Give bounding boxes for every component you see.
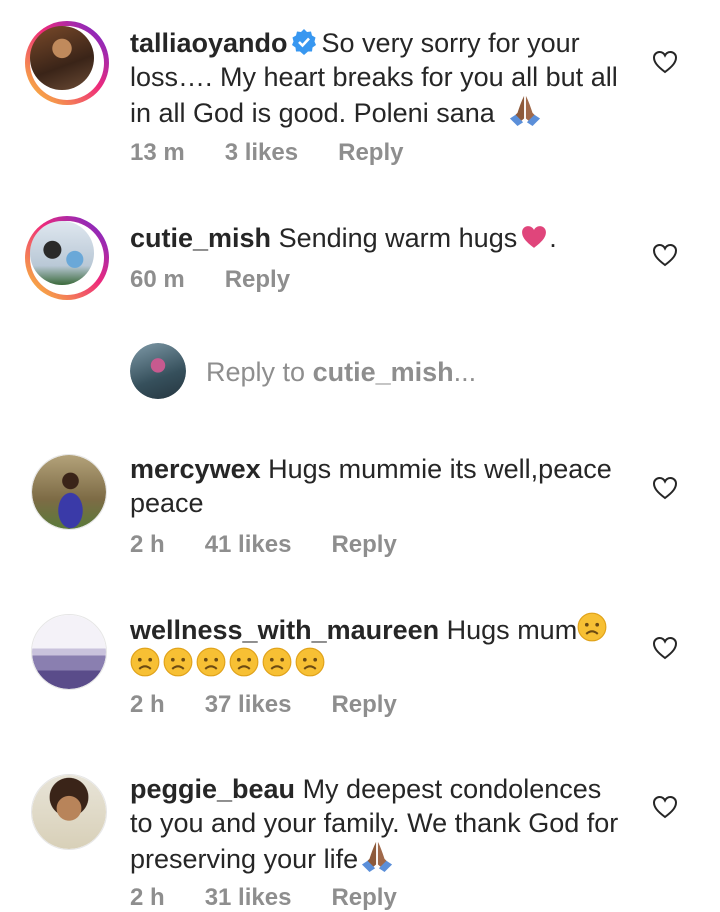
comment-username[interactable]: mercywex [130, 454, 261, 484]
comment-username[interactable]: cutie_mish [130, 223, 271, 253]
comment-time: 60 m [130, 266, 185, 293]
like-heart-icon[interactable] [652, 636, 678, 660]
comment-likes[interactable]: 37 likes [205, 691, 292, 718]
reply-target: cutie_mish [312, 357, 454, 387]
comment-time: 13 m [130, 139, 185, 166]
avatar-peggie_beau[interactable] [31, 774, 107, 850]
like-heart-icon[interactable] [652, 50, 678, 74]
avatar-talliaoyando[interactable] [25, 21, 109, 105]
avatar-mercywex[interactable] [31, 454, 107, 530]
comment-username[interactable]: talliaoyando [130, 28, 288, 58]
sad-face-emoji [196, 647, 226, 677]
comment-reply-button[interactable]: Reply [338, 139, 403, 166]
reply-prefix: Reply to [206, 357, 313, 387]
comment-likes[interactable]: 31 likes [205, 884, 292, 911]
comment-text-4: wellness_with_maureen Hugs mum [130, 612, 630, 682]
comment-likes[interactable]: 41 likes [205, 531, 292, 558]
verified-badge-icon [291, 29, 316, 55]
comment-meta-3: 2 h 41 likes Reply [130, 531, 437, 559]
comment-body: Hugs mum [446, 615, 578, 645]
red-heart-emoji [522, 226, 547, 248]
avatar-photo [30, 26, 94, 90]
comment-text-5: peggie_beau My deepest condolences to yo… [130, 772, 630, 876]
praying-hands-emoji [508, 94, 542, 126]
comment-reply-button[interactable]: Reply [331, 884, 396, 911]
sad-face-emoji [295, 647, 325, 677]
avatar-wellness_with_maureen[interactable] [31, 614, 107, 690]
comment-text-2: cutie_mish Sending warm hugs. [130, 221, 630, 255]
comment-text-3: mercywex Hugs mummie its well,peace peac… [130, 452, 630, 520]
like-heart-icon[interactable] [652, 795, 678, 819]
avatar-photo [32, 455, 106, 529]
comment-time: 2 h [130, 691, 165, 718]
comment-body: Sending warm hugs [278, 223, 518, 253]
sad-face-emoji [163, 647, 193, 677]
like-heart-icon[interactable] [652, 243, 678, 267]
current-user-avatar [130, 343, 186, 399]
comment-username[interactable]: wellness_with_maureen [130, 615, 439, 645]
sad-face-emoji [262, 647, 292, 677]
sad-face-emoji [229, 647, 259, 677]
comment-meta-1: 13 m 3 likes Reply [130, 139, 443, 167]
avatar-cutie_mish[interactable] [25, 216, 109, 300]
comment-reply-button[interactable]: Reply [331, 691, 396, 718]
comment-likes[interactable]: 3 likes [225, 139, 298, 166]
reply-input[interactable]: Reply to cutie_mish... [206, 357, 476, 388]
comment-time: 2 h [130, 884, 165, 911]
comment-username[interactable]: peggie_beau [130, 774, 295, 804]
comment-meta-4: 2 h 37 likes Reply [130, 691, 437, 719]
comment-body-end: . [549, 223, 557, 253]
avatar-photo [32, 775, 106, 849]
comment-time: 2 h [130, 531, 165, 558]
praying-hands-emoji [360, 840, 394, 872]
comment-reply-button[interactable]: Reply [225, 266, 290, 293]
avatar-photo [30, 221, 94, 285]
comment-text-1: talliaoyando So very sorry for your loss…… [130, 26, 630, 130]
reply-suffix: ... [453, 357, 477, 387]
avatar-photo [32, 615, 106, 689]
sad-face-emoji [577, 612, 607, 642]
comment-reply-button[interactable]: Reply [331, 531, 396, 558]
comment-meta-5: 2 h 31 likes Reply [130, 884, 437, 912]
comment-meta-2: 60 m Reply [130, 266, 330, 294]
like-heart-icon[interactable] [652, 476, 678, 500]
sad-face-emoji [130, 647, 160, 677]
